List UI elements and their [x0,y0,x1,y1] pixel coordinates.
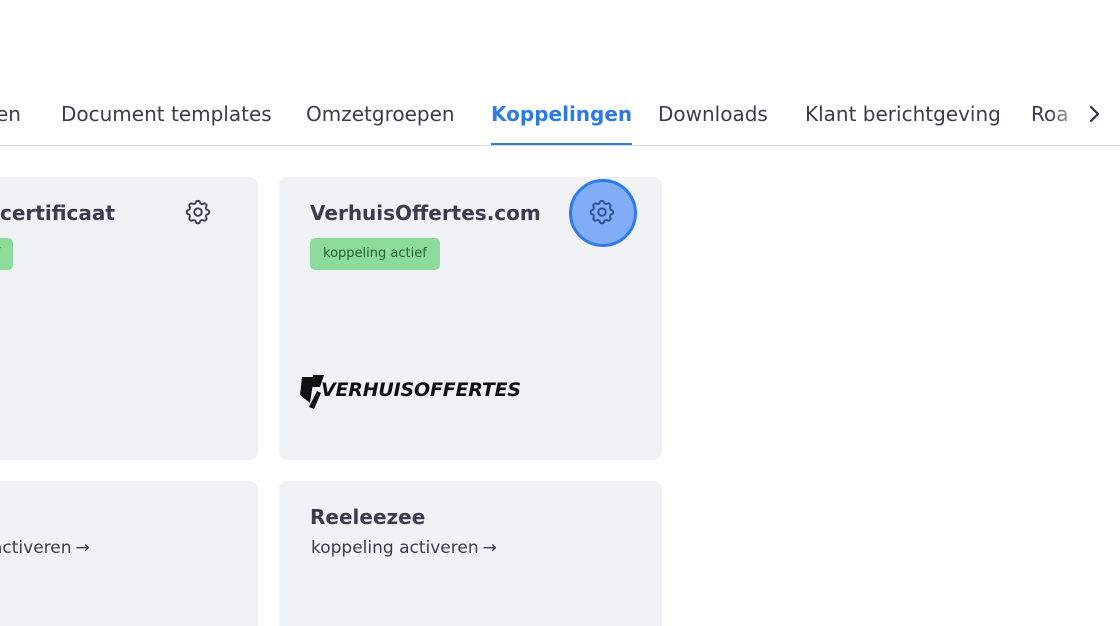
status-badge: koppeling actief [310,238,440,270]
integration-card-reeleezee: Reeleezee koppeling activeren → [279,481,662,626]
tab-previous-partial[interactable]: en [0,100,21,128]
arrow-right-icon: → [482,538,497,558]
activate-link[interactable]: koppeling activeren → [311,538,497,558]
verhuisoffertes-logo: VERHUISOFFERTES [300,372,521,412]
integration-card-certificaat: certificaat ief [0,177,258,460]
tab-koppelingen[interactable]: Koppelingen [491,100,633,145]
gear-icon[interactable] [587,197,617,227]
activate-link-label: activeren [0,538,72,558]
integration-card-verhuisoffertes: VerhuisOffertes.com koppeling actief [279,177,662,460]
gear-icon[interactable] [183,197,213,227]
tab-bar: en Document templates Omzetgroepen Koppe… [0,0,1120,146]
chevron-right-icon[interactable] [1082,100,1106,128]
card-title: VerhuisOffertes.com [310,201,541,225]
integration-card-partial: activeren→ [0,481,258,626]
activate-link-label: koppeling activeren [311,538,479,558]
card-title: certificaat [0,201,115,225]
logo-text: VERHUISOFFERTES [321,379,521,401]
tab-omzetgroepen[interactable]: Omzetgroepen [306,100,455,128]
tab-downloads[interactable]: Downloads [658,100,768,128]
arrow-right-icon: → [75,538,90,558]
tab-document-templates[interactable]: Document templates [61,100,272,128]
status-badge: ief [0,238,14,270]
tab-klant-berichtgeving[interactable]: Klant berichtgeving [805,100,1001,128]
card-title: Reeleezee [310,505,426,529]
integrations-page: en Document templates Omzetgroepen Koppe… [0,0,1120,626]
activate-link[interactable]: activeren→ [0,538,90,558]
